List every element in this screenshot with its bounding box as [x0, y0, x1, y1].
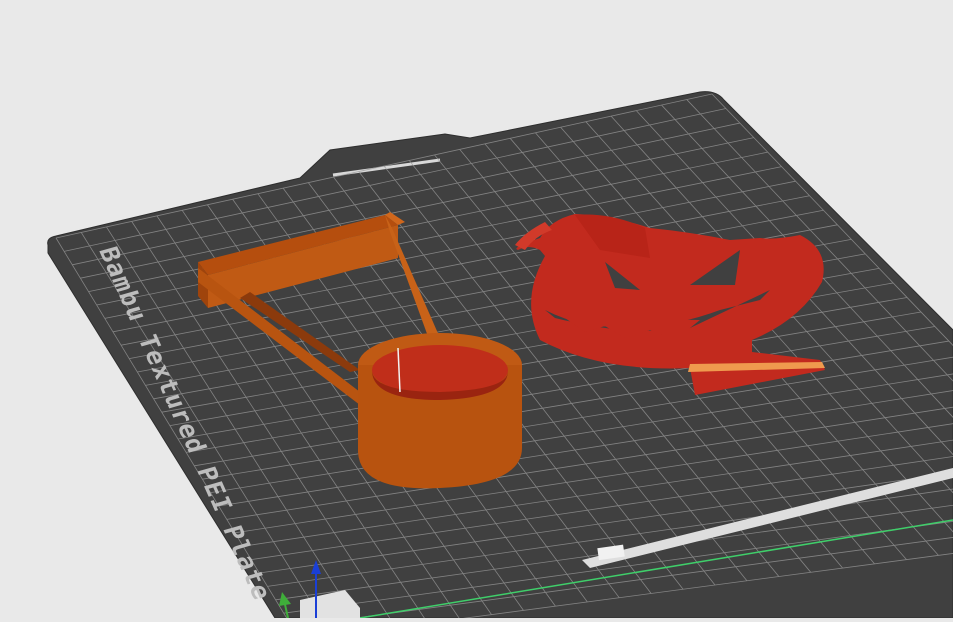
3d-viewport[interactable]: Bambu Textured PEI Plate [0, 0, 953, 619]
